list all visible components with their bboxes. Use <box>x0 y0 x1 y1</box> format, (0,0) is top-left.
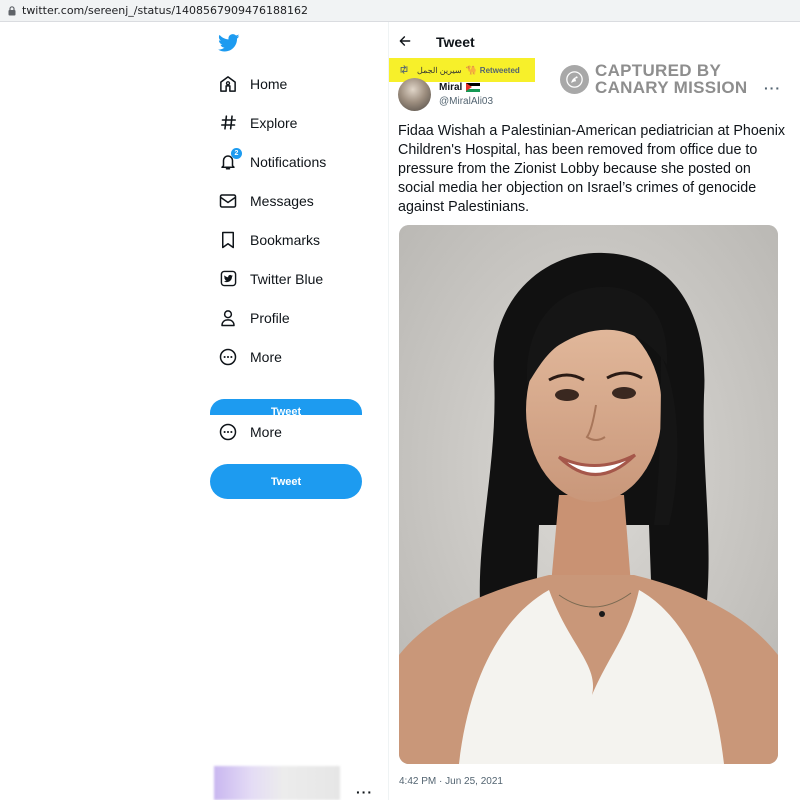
back-arrow-icon[interactable] <box>398 34 414 50</box>
sidebar-item-label: More <box>250 423 282 440</box>
avatar[interactable] <box>398 78 431 111</box>
sidebar-item-messages[interactable]: Messages <box>218 181 368 220</box>
sidebar-item-more-overlay[interactable]: More <box>218 412 282 451</box>
bookmark-icon <box>218 230 238 250</box>
sidebar-item-bookmarks[interactable]: Bookmarks <box>218 220 368 259</box>
twitter-logo-icon[interactable] <box>218 34 240 54</box>
sidebar-item-label: Notifications <box>250 153 327 170</box>
sidebar-item-twitter-blue[interactable]: Twitter Blue <box>218 259 368 298</box>
url-text[interactable]: twitter.com/sereenj_/status/140856790947… <box>22 4 308 17</box>
home-icon <box>218 74 238 94</box>
sidebar-item-home[interactable]: Home <box>218 64 368 103</box>
column-divider <box>388 22 389 800</box>
author-name: Miral <box>439 82 463 93</box>
sidebar-item-label: Profile <box>250 309 290 326</box>
address-bar[interactable]: twitter.com/sereenj_/status/140856790947… <box>0 0 800 22</box>
tweet-timestamp[interactable]: 4:42 PM · Jun 25, 2021 <box>399 776 503 787</box>
sidebar-item-notifications[interactable]: 2 Notifications <box>218 142 368 181</box>
tweet-photo[interactable] <box>399 225 778 764</box>
account-switcher-blurred[interactable] <box>214 766 340 800</box>
bell-icon: 2 <box>218 147 242 172</box>
palestine-flag-icon <box>466 83 481 92</box>
author-name-row[interactable]: Miral <box>439 82 481 93</box>
retweet-icon <box>399 64 409 76</box>
sidebar-item-more[interactable]: More <box>218 337 368 376</box>
watermark: CAPTURED BY CANARY MISSION <box>560 62 748 96</box>
watermark-line-1: CAPTURED BY <box>595 61 722 80</box>
sidebar-nav: Home Explore 2 Notifications Messages Bo… <box>218 64 368 376</box>
watermark-line-2: CANARY MISSION <box>595 78 748 97</box>
tweet-button[interactable]: Tweet <box>210 464 362 499</box>
tweet-more-button[interactable]: ··· <box>764 80 781 96</box>
sidebar-item-label: Twitter Blue <box>250 270 324 287</box>
account-more-button[interactable]: ··· <box>356 784 373 800</box>
retweeter-name: سيرين الجمل <box>417 65 462 75</box>
canary-bird-icon <box>560 64 589 94</box>
sidebar-item-label: Bookmarks <box>250 231 321 248</box>
tweet-text: Fidaa Wishah a Palestinian-American pedi… <box>398 123 786 215</box>
notification-badge: 2 <box>231 147 242 159</box>
more-circle-icon <box>218 422 238 442</box>
retweeted-label: Retweeted <box>479 65 520 75</box>
more-circle-icon <box>218 347 238 367</box>
sidebar-item-explore[interactable]: Explore <box>218 103 368 142</box>
person-icon <box>218 308 238 328</box>
hashtag-icon <box>218 113 238 133</box>
author-handle[interactable]: @MiralAli03 <box>439 96 493 107</box>
sidebar-item-label: Explore <box>250 114 298 131</box>
sidebar-item-label: More <box>250 348 282 365</box>
sidebar-item-label: Messages <box>250 192 314 209</box>
envelope-icon <box>218 191 238 211</box>
sidebar-item-label: Home <box>250 75 288 92</box>
lock-icon <box>8 6 16 16</box>
twitter-blue-icon <box>218 269 238 289</box>
page-title: Tweet <box>436 34 475 50</box>
sidebar-item-profile[interactable]: Profile <box>218 298 368 337</box>
camel-emoji-icon: 🐪 <box>465 64 477 75</box>
